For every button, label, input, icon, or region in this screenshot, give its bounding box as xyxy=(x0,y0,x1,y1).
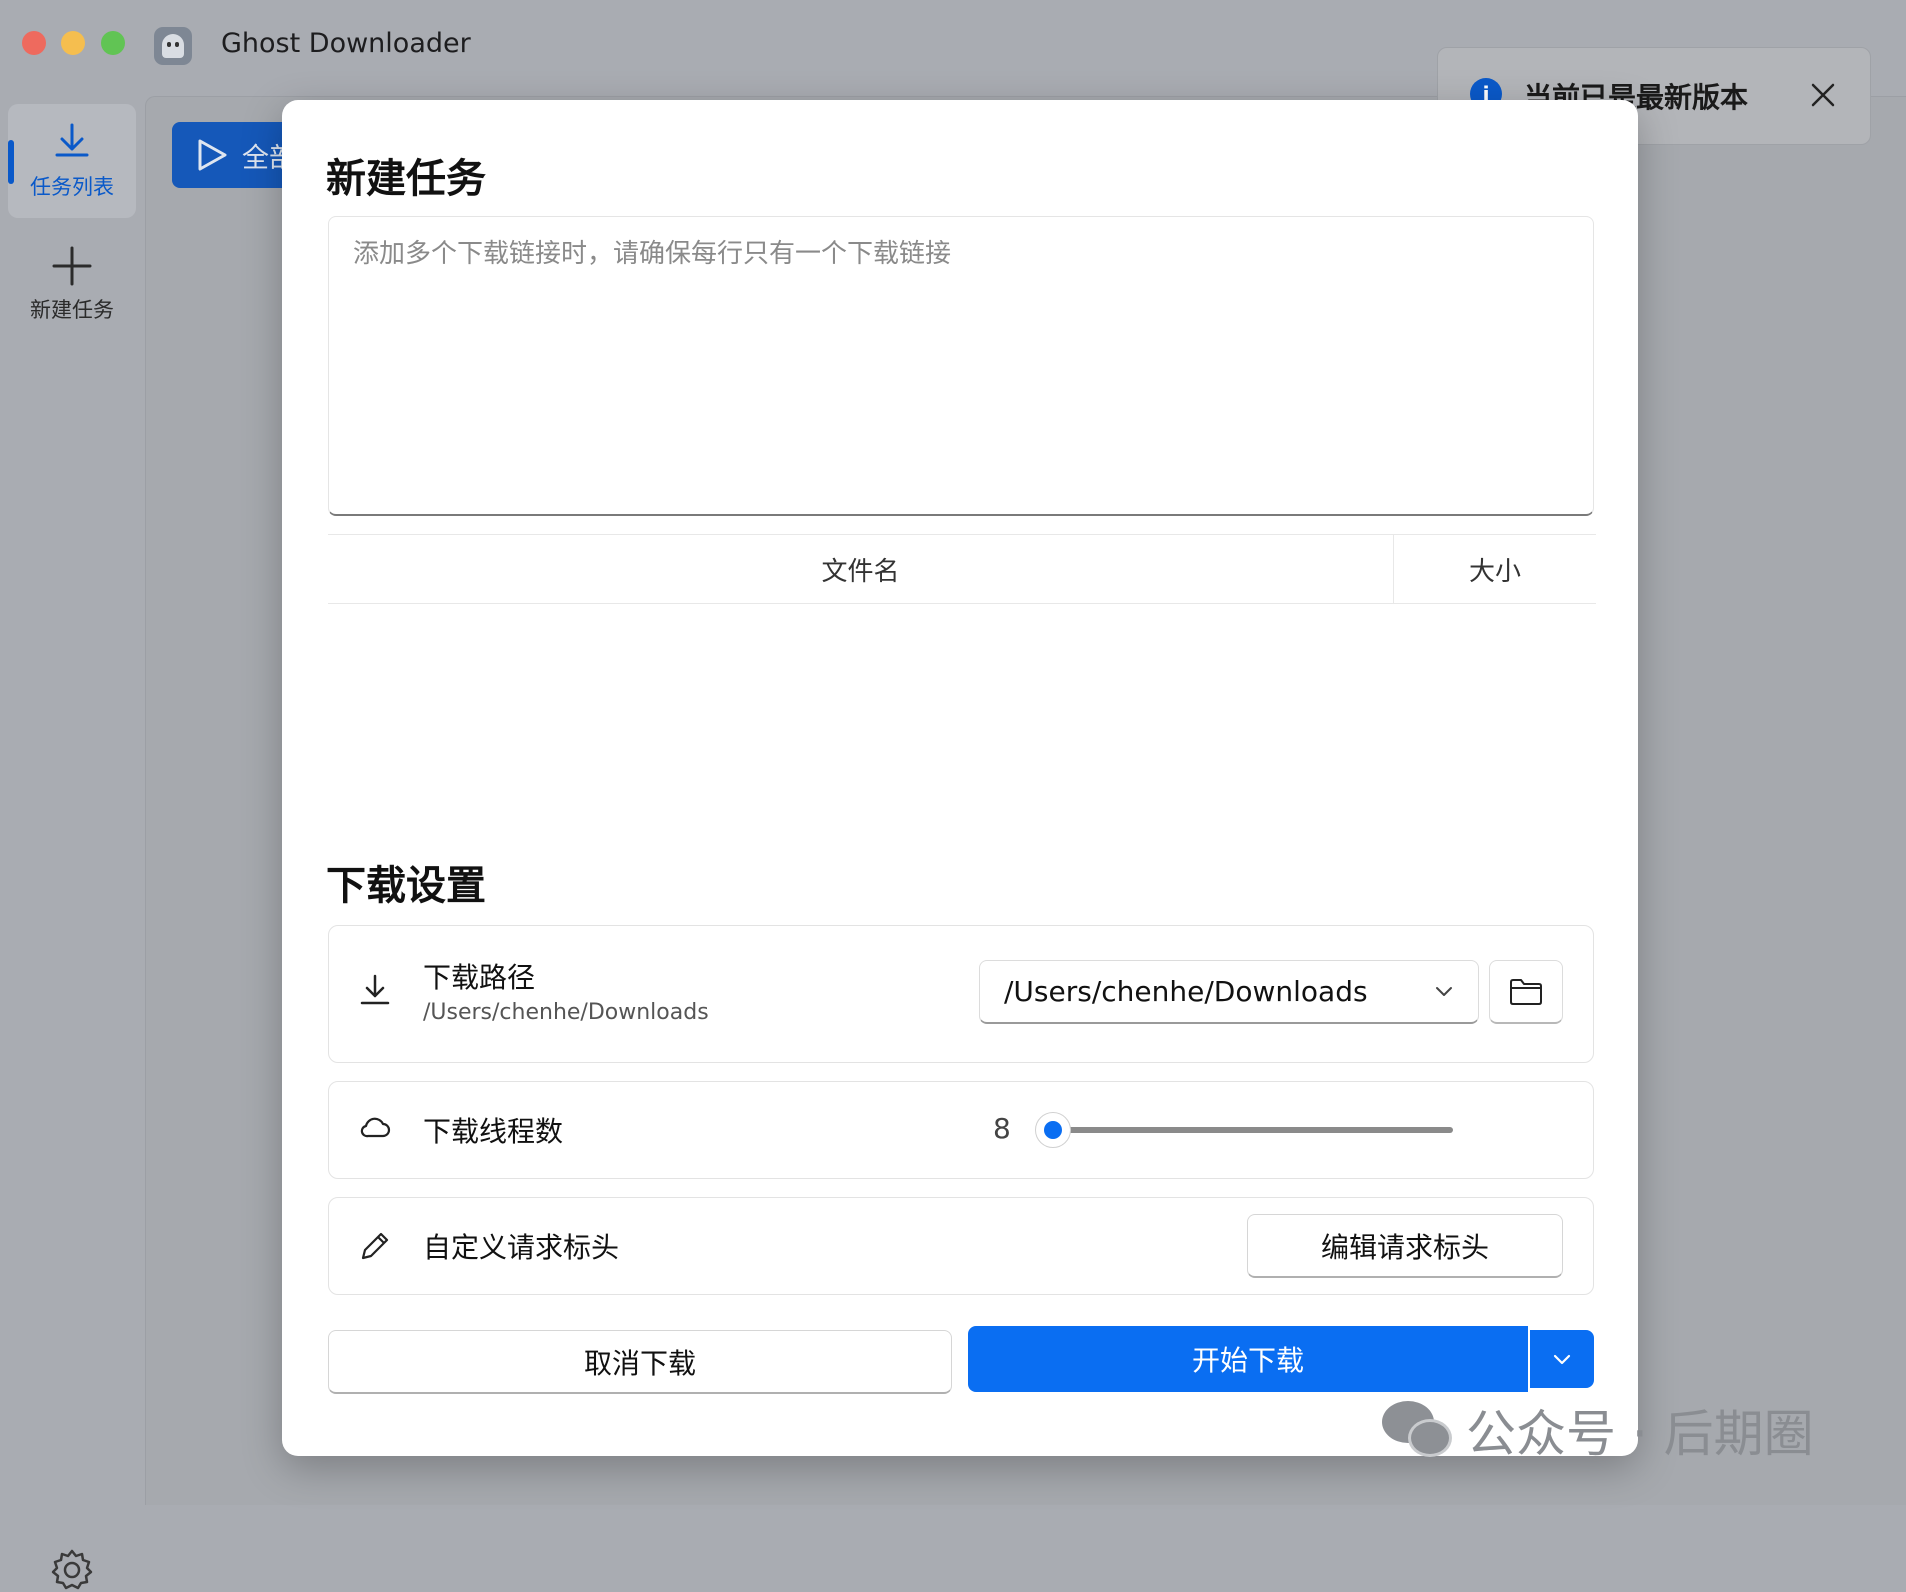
chevron-down-icon xyxy=(1436,987,1452,996)
play-icon xyxy=(198,139,227,171)
download-threads-label: 下载线程数 xyxy=(423,1115,564,1148)
download-threads-slider[interactable] xyxy=(1033,1106,1453,1154)
minimize-window-button[interactable] xyxy=(61,31,85,55)
watermark-text: 公众号 · 后期圈 xyxy=(1466,1405,1814,1463)
sidebar-item-label: 任务列表 xyxy=(30,175,114,199)
folder-icon xyxy=(1510,978,1542,1005)
app-ghost-icon xyxy=(154,27,192,65)
dialog-title: 新建任务 xyxy=(326,156,486,202)
close-window-button[interactable] xyxy=(22,31,46,55)
start-download-button[interactable]: 开始下载 xyxy=(968,1326,1530,1392)
plus-icon xyxy=(52,246,92,286)
file-table-header: 文件名 大小 xyxy=(328,534,1596,604)
gear-icon[interactable] xyxy=(50,1548,94,1592)
new-task-dialog: 新建任务 文件名 大小 下载设置 下载路径 /Users/chenhe/Down… xyxy=(282,100,1638,1456)
download-path-card: 下载路径 /Users/chenhe/Downloads /Users/chen… xyxy=(328,925,1594,1063)
zoom-window-button[interactable] xyxy=(101,31,125,55)
watermark: 公众号 · 后期圈 xyxy=(1382,1394,1814,1466)
pencil-icon xyxy=(361,1232,389,1260)
wechat-icon xyxy=(1382,1401,1452,1459)
download-path-select[interactable]: /Users/chenhe/Downloads xyxy=(979,960,1479,1024)
download-icon xyxy=(55,123,89,157)
custom-headers-label: 自定义请求标头 xyxy=(423,1231,620,1264)
download-path-current: /Users/chenhe/Downloads xyxy=(423,1000,709,1025)
edit-headers-button[interactable]: 编辑请求标头 xyxy=(1247,1214,1563,1278)
url-input[interactable] xyxy=(328,216,1594,516)
column-header-filename[interactable]: 文件名 xyxy=(328,535,1394,603)
cancel-download-button[interactable]: 取消下载 xyxy=(328,1330,952,1394)
chevron-down-icon xyxy=(1553,1354,1571,1365)
sidebar-item-label: 新建任务 xyxy=(30,298,114,322)
sidebar-item-task-list[interactable]: 任务列表 xyxy=(8,104,136,218)
download-threads-value: 8 xyxy=(993,1112,1011,1145)
download-path-selected: /Users/chenhe/Downloads xyxy=(1004,975,1368,1008)
slider-track[interactable] xyxy=(1053,1127,1453,1133)
sidebar-item-new-task[interactable]: 新建任务 xyxy=(8,228,136,342)
settings-section-title: 下载设置 xyxy=(326,863,486,909)
slider-thumb[interactable] xyxy=(1035,1112,1071,1148)
start-download-options-button[interactable] xyxy=(1530,1330,1594,1388)
active-indicator xyxy=(8,140,14,184)
sidebar: 任务列表 新建任务 xyxy=(0,96,144,1590)
browse-folder-button[interactable] xyxy=(1489,960,1563,1024)
close-icon[interactable] xyxy=(1810,82,1836,108)
column-header-size[interactable]: 大小 xyxy=(1394,535,1596,603)
download-icon xyxy=(360,974,390,1005)
download-path-label: 下载路径 xyxy=(423,961,536,994)
download-threads-card: 下载线程数 8 xyxy=(328,1081,1594,1179)
custom-headers-card: 自定义请求标头 编辑请求标头 xyxy=(328,1197,1594,1295)
window-title: Ghost Downloader xyxy=(221,28,471,59)
cloud-icon xyxy=(360,1117,391,1138)
